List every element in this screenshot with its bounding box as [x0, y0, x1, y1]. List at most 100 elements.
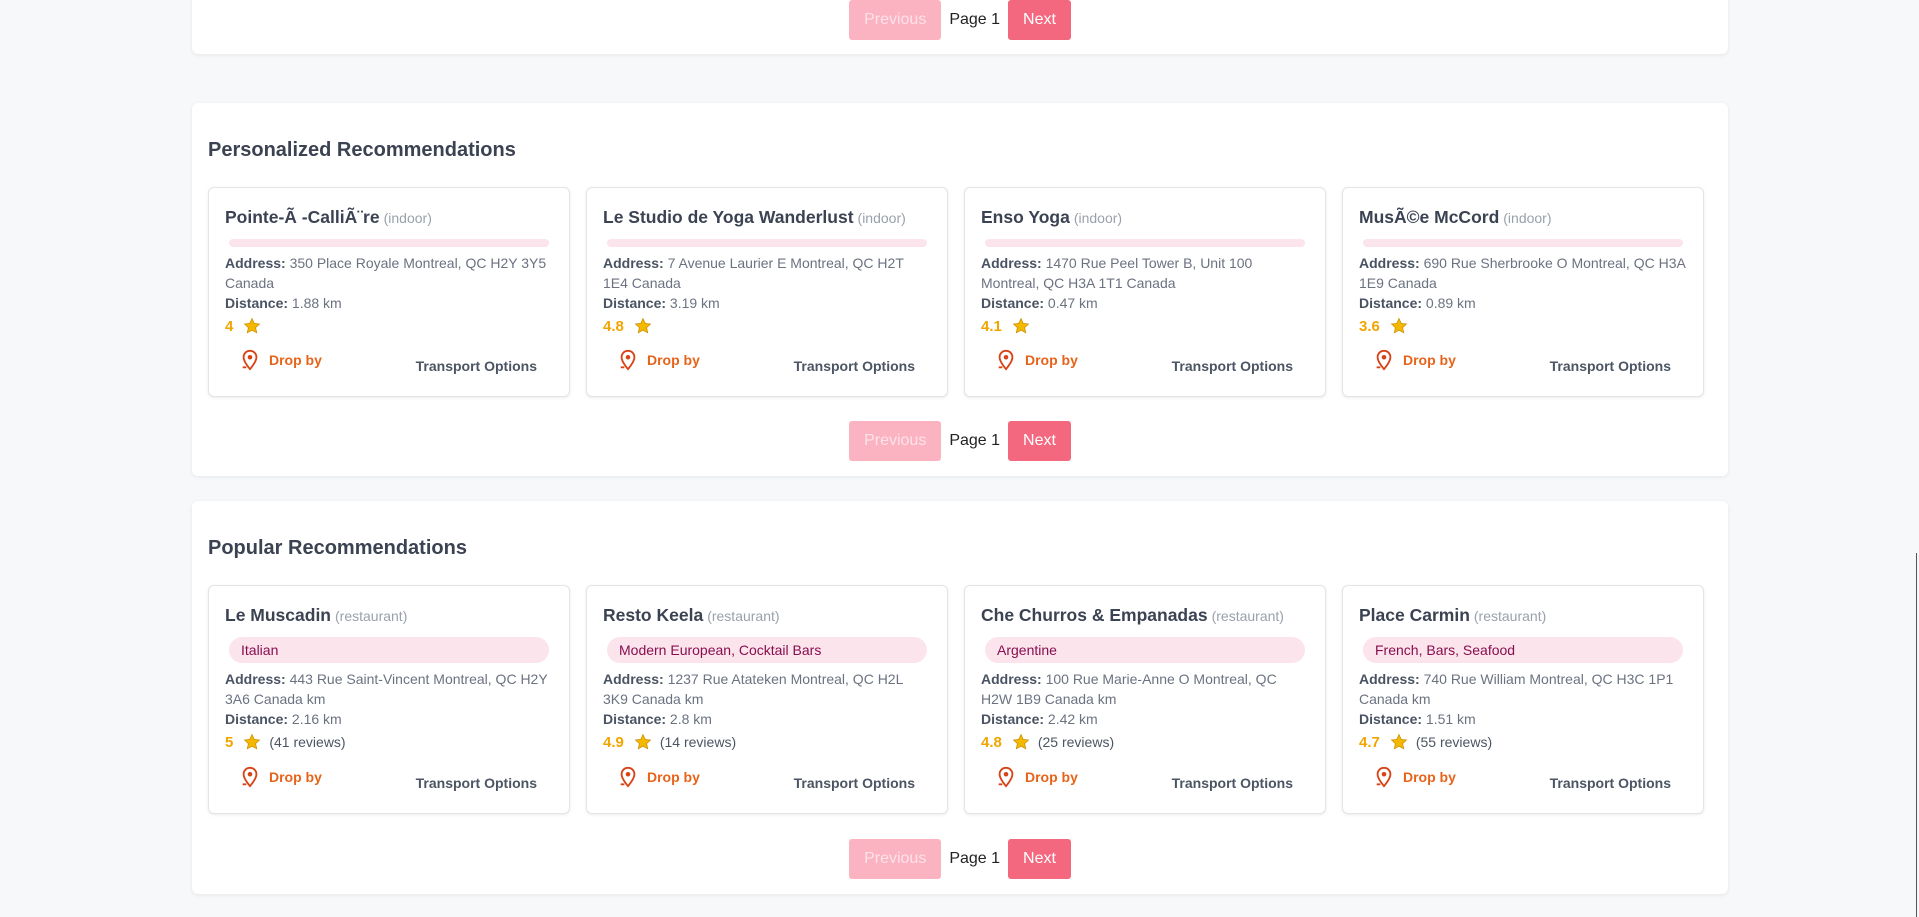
rating: 3.6 — [1359, 314, 1687, 338]
recommendation-card[interactable]: Resto Keela (restaurant) Modern European,… — [586, 585, 948, 814]
card-header: Resto Keela (restaurant) — [603, 604, 931, 627]
map-pin-icon — [998, 766, 1014, 788]
address-line: Address: 100 Rue Marie-Anne O Montreal, … — [981, 669, 1309, 709]
rating-value: 4.7 — [1359, 733, 1380, 751]
recommendation-card[interactable]: Che Churros & Empanadas (restaurant) Arge… — [964, 585, 1326, 814]
recommendation-card[interactable]: Le Muscadin (restaurant) Italian Address:… — [208, 585, 570, 814]
transport-options-link[interactable]: Transport Options — [1172, 775, 1293, 791]
rating: 4.7 (55 reviews) — [1359, 730, 1687, 754]
tag-bar — [607, 239, 927, 247]
transport-options-link[interactable]: Transport Options — [1550, 775, 1671, 791]
next-button[interactable]: Next — [1008, 839, 1071, 879]
address-label: Address: — [603, 671, 664, 687]
drop-by-button[interactable]: Drop by — [995, 349, 1078, 371]
card-header: MusÃ©e McCord (indoor) — [1359, 206, 1687, 229]
transport-options-link[interactable]: Transport Options — [416, 358, 537, 374]
distance-line: Distance: 2.16 km — [225, 709, 553, 729]
recommendation-card[interactable]: Pointe-Ã -CalliÃ¨re (indoor) Address: 350… — [208, 187, 570, 397]
previous-section-panel: Previous Page 1 Next — [192, 0, 1728, 54]
card-list: Le Muscadin (restaurant) Italian Address:… — [208, 585, 1704, 814]
place-name: Le Muscadin — [225, 605, 331, 625]
drop-by-button[interactable]: Drop by — [239, 766, 322, 788]
address-label: Address: — [225, 671, 286, 687]
transport-options-link[interactable]: Transport Options — [1172, 358, 1293, 374]
star-icon — [634, 733, 652, 750]
category-tags: Modern European, Cocktail Bars — [607, 637, 927, 663]
distance-line: Distance: 1.51 km — [1359, 709, 1687, 729]
previous-button[interactable]: Previous — [849, 421, 942, 461]
recommendation-card[interactable]: Le Studio de Yoga Wanderlust (indoor) Add… — [586, 187, 948, 397]
drop-by-button[interactable]: Drop by — [995, 766, 1078, 788]
drop-by-button[interactable]: Drop by — [617, 349, 700, 371]
place-name: Resto Keela — [603, 605, 704, 625]
place-name: Place Carmin — [1359, 605, 1470, 625]
distance-value: 1.51 km — [1425, 711, 1476, 727]
distance-line: Distance: 2.42 km — [981, 709, 1309, 729]
card-header: Pointe-Ã -CalliÃ¨re (indoor) — [225, 206, 553, 229]
tag-bar — [1363, 239, 1683, 247]
address-label: Address: — [225, 255, 286, 271]
distance-label: Distance: — [981, 711, 1045, 727]
recommendation-card[interactable]: MusÃ©e McCord (indoor) Address: 690 Rue S… — [1342, 187, 1704, 397]
card-header: Enso Yoga (indoor) — [981, 206, 1309, 229]
distance-line: Distance: 2.8 km — [603, 709, 931, 729]
pagination: Previous Page 1 Next — [192, 421, 1728, 461]
rating-value: 3.6 — [1359, 317, 1380, 335]
drop-by-label: Drop by — [1025, 352, 1078, 368]
rating-value: 4.8 — [981, 733, 1002, 751]
drop-by-label: Drop by — [1025, 769, 1078, 785]
map-pin-icon — [1376, 349, 1392, 371]
transport-options-link[interactable]: Transport Options — [794, 358, 915, 374]
previous-button[interactable]: Previous — [849, 839, 942, 879]
address-line: Address: 690 Rue Sherbrooke O Montreal, … — [1359, 253, 1687, 293]
rating-value: 4.8 — [603, 317, 624, 335]
drop-by-button[interactable]: Drop by — [617, 766, 700, 788]
place-type: (restaurant) — [707, 608, 780, 624]
drop-by-button[interactable]: Drop by — [1373, 349, 1456, 371]
rating: 4.9 (14 reviews) — [603, 730, 931, 754]
distance-line: Distance: 1.88 km — [225, 293, 553, 313]
place-name: Enso Yoga — [981, 207, 1070, 227]
drop-by-label: Drop by — [269, 352, 322, 368]
place-name: MusÃ©e McCord — [1359, 207, 1500, 227]
place-type: (indoor) — [383, 210, 432, 226]
distance-label: Distance: — [981, 295, 1045, 311]
drop-by-button[interactable]: Drop by — [239, 349, 322, 371]
distance-line: Distance: 0.47 km — [981, 293, 1309, 313]
drop-by-button[interactable]: Drop by — [1373, 766, 1456, 788]
distance-line: Distance: 0.89 km — [1359, 293, 1687, 313]
map-pin-icon — [998, 349, 1014, 371]
recommendation-card[interactable]: Place Carmin (restaurant) French, Bars, S… — [1342, 585, 1704, 814]
card-actions: Drop by Transport Options — [1359, 763, 1671, 791]
category-tags: French, Bars, Seafood — [1363, 637, 1683, 663]
next-button[interactable]: Next — [1008, 421, 1071, 461]
recommendation-card[interactable]: Enso Yoga (indoor) Address: 1470 Rue Peel… — [964, 187, 1326, 397]
drop-by-label: Drop by — [647, 352, 700, 368]
place-name: Le Studio de Yoga Wanderlust — [603, 207, 854, 227]
page-indicator: Page 1 — [949, 432, 1001, 449]
distance-label: Distance: — [225, 295, 289, 311]
star-icon — [243, 733, 261, 750]
transport-options-link[interactable]: Transport Options — [1550, 358, 1671, 374]
place-type: (restaurant) — [1211, 608, 1284, 624]
address-line: Address: 350 Place Royale Montreal, QC H… — [225, 253, 553, 293]
previous-button[interactable]: Previous — [849, 0, 942, 40]
distance-value: 2.8 km — [669, 711, 712, 727]
star-icon — [243, 317, 261, 334]
distance-value: 2.42 km — [1047, 711, 1098, 727]
address-line: Address: 1237 Rue Atateken Montreal, QC … — [603, 669, 931, 709]
next-button[interactable]: Next — [1008, 0, 1071, 40]
rating: 4.8 — [603, 314, 931, 338]
map-pin-icon — [620, 766, 636, 788]
scrollbar-thumb[interactable] — [1916, 553, 1917, 917]
place-type: (indoor) — [857, 210, 906, 226]
scrollbar[interactable] — [1914, 0, 1919, 917]
distance-label: Distance: — [1359, 295, 1423, 311]
place-name: Pointe-Ã -CalliÃ¨re — [225, 207, 380, 227]
transport-options-link[interactable]: Transport Options — [794, 775, 915, 791]
transport-options-link[interactable]: Transport Options — [416, 775, 537, 791]
star-icon — [1390, 733, 1408, 750]
review-count: (14 reviews) — [659, 734, 737, 750]
page-indicator: Page 1 — [949, 11, 1001, 28]
place-type: (indoor) — [1073, 210, 1123, 226]
